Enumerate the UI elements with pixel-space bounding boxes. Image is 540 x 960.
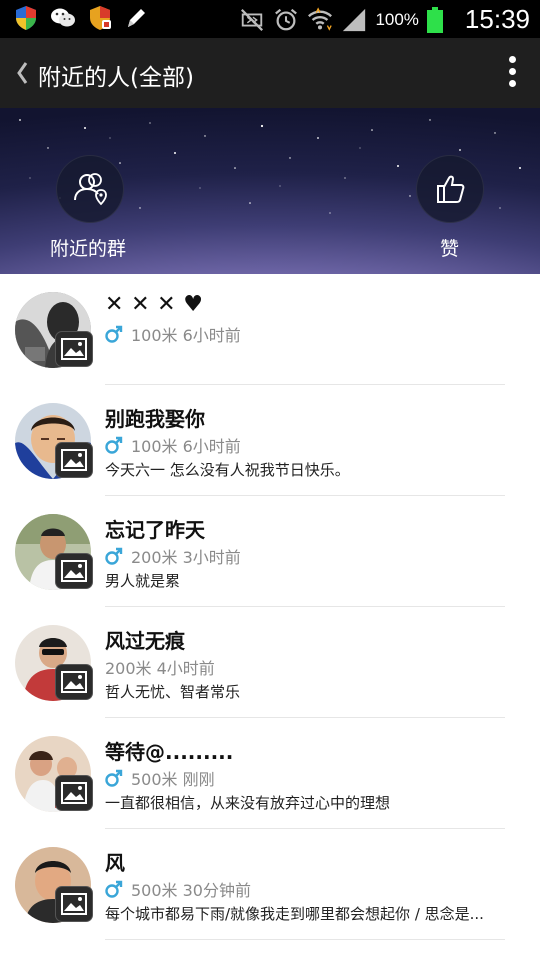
nearby-groups-label[interactable]: 附近的群 [50,234,126,261]
distance-time: 100米 6小时前 [105,322,241,346]
thumbs-up-icon [437,175,465,203]
male-icon [105,436,123,454]
list-item[interactable]: 风过无痕 200米 4小时前 哲人无忧、智者常乐 [0,607,540,718]
divider [105,939,505,940]
male-icon [105,325,123,343]
pen-icon [128,9,145,27]
list-item[interactable]: 别跑我娶你 100米 6小时前 今天六一 怎么没有人祝我节日快乐。 [0,385,540,496]
action-bar: 附近的人(全部) [0,38,540,108]
status-bar: 100% 15:39 [0,0,540,38]
person-name: ✕ ✕ ✕ ♥ [105,292,204,317]
photo-album-icon[interactable] [55,664,93,700]
list-item[interactable]: 忘记了昨天 200米 3小时前 男人就是累 [0,496,540,607]
alarm-icon [275,8,298,30]
male-icon [105,769,123,787]
person-name: 风过无痕 [105,629,185,653]
distance-time: 500米 刚刚 [105,766,215,790]
list-item[interactable]: 风 500米 30分钟前 每个城市都易下雨/就像我走到哪里都会想起你 / 思念是… [0,829,540,940]
distance-time: 500米 30分钟前 [105,877,251,901]
mute-icon [241,8,264,31]
signature: 每个城市都易下雨/就像我走到哪里都会想起你 / 思念是... [105,905,484,923]
photo-album-icon[interactable] [55,886,93,922]
distance-time: 200米 3小时前 [105,544,241,568]
signature: 男人就是累 [105,572,181,590]
person-name: 别跑我娶你 [105,407,205,431]
list-item[interactable]: ✕ ✕ ✕ ♥ 100米 6小时前 [0,274,540,385]
back-chevron-icon[interactable] [14,60,30,86]
photo-album-icon[interactable] [55,442,93,478]
signature: 一直都很相信，从来没有放弃过心中的理想 [105,794,391,812]
list-item[interactable]: 等待@......... 500米 刚刚 一直都很相信，从来没有放弃过心中的理想 [0,718,540,829]
male-icon [105,547,123,565]
signature: 今天六一 怎么没有人祝我节日快乐。 [105,461,350,479]
photo-album-icon[interactable] [55,553,93,589]
banner: 附近的群 赞 [0,108,540,274]
person-name: 忘记了昨天 [105,518,205,542]
signature: 哲人无忧、智者常乐 [105,683,241,701]
wifi-icon [308,6,333,31]
likes-label[interactable]: 赞 [440,234,459,261]
shield-badge-icon [90,6,111,30]
wechat-icon [51,8,75,27]
battery-icon [426,6,443,33]
page-title[interactable]: 附近的人(全部) [38,58,194,92]
shield-icon [16,6,36,30]
signal-icon [343,8,366,31]
person-name: 风 [105,851,125,875]
battery-percent: 100% [375,9,419,29]
nearby-groups-button[interactable] [56,155,124,223]
group-location-icon [74,173,107,206]
photo-album-icon[interactable] [55,331,93,367]
likes-button[interactable] [416,155,484,223]
distance-time: 200米 4小时前 [105,659,215,678]
clock: 15:39 [464,4,530,34]
overflow-menu-icon[interactable] [506,56,518,90]
male-icon [105,880,123,898]
photo-album-icon[interactable] [55,775,93,811]
person-name: 等待@......... [105,740,234,764]
distance-time: 100米 6小时前 [105,433,241,457]
